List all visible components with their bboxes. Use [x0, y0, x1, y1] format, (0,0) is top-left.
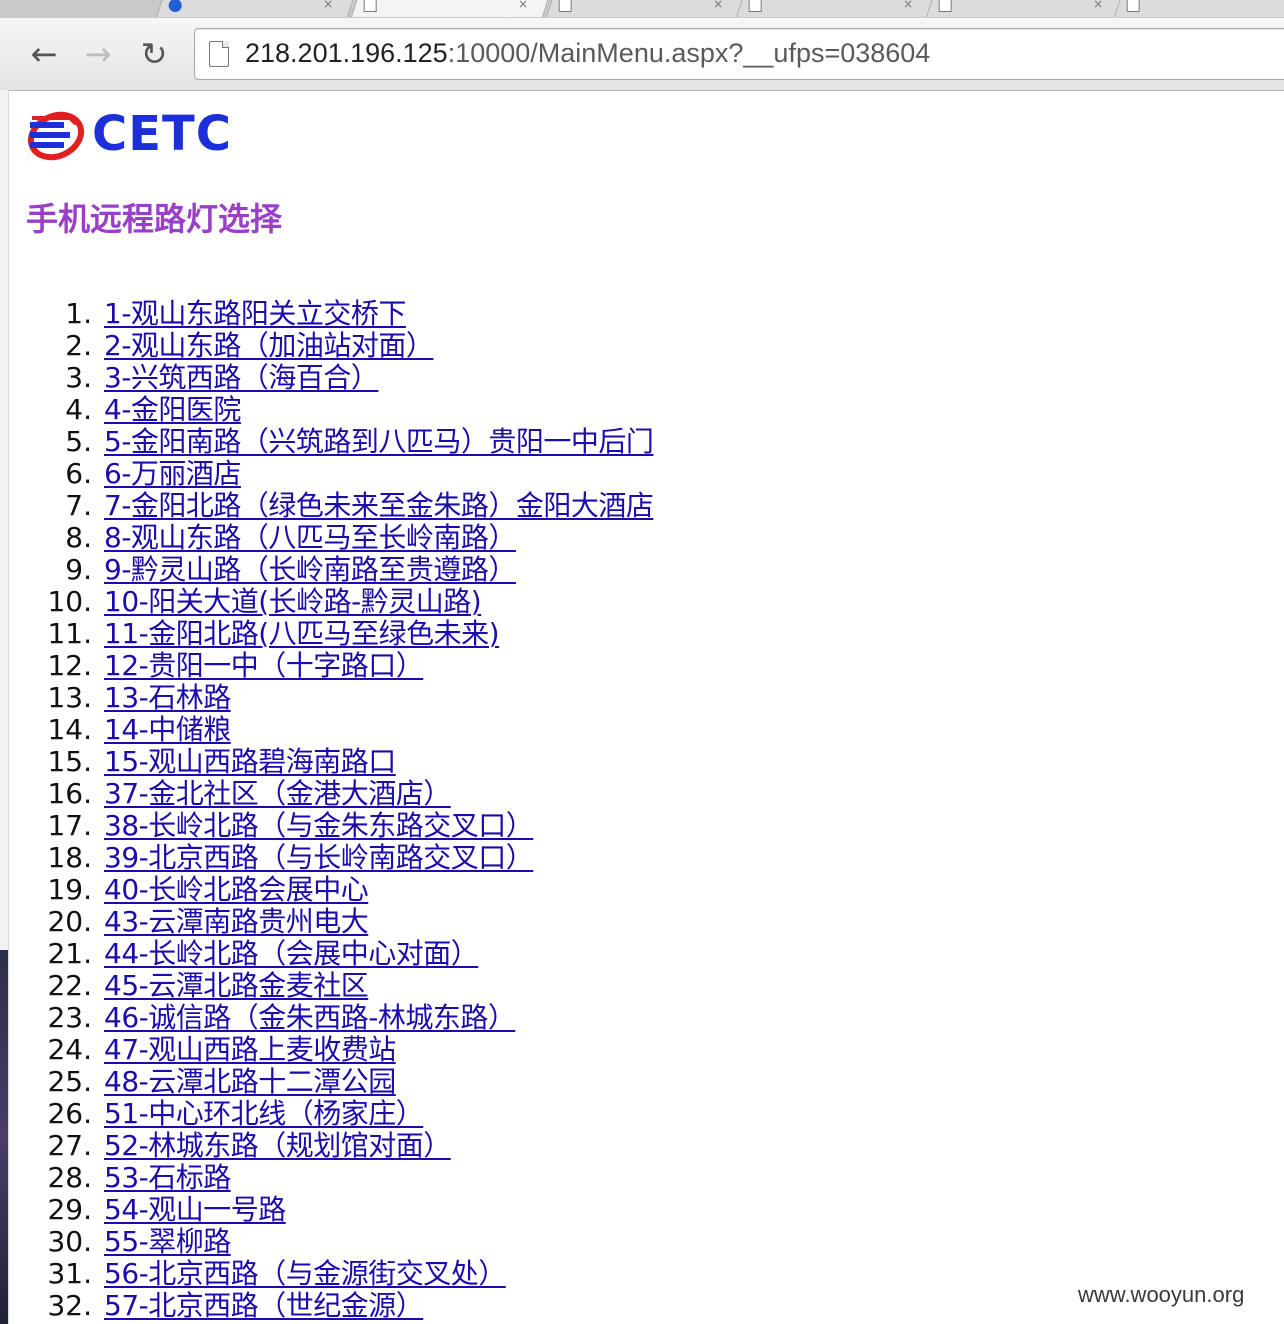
list-item-number: 24. [47, 1033, 92, 1066]
road-link[interactable]: 54-观山一号路 [104, 1194, 286, 1226]
url-text[interactable]: 218.201.196.125:10000/MainMenu.aspx?__uf… [245, 38, 930, 69]
list-item-number: 16. [47, 777, 92, 810]
browser-toolbar: ← → ↻ 218.201.196.125:10000/MainMenu.asp… [0, 18, 1284, 91]
road-link[interactable]: 1-观山东路阳关立交桥下 [104, 298, 406, 330]
url-path: :10000/MainMenu.aspx?__ufps=038604 [447, 38, 931, 68]
cetc-logo: CETC [26, 104, 231, 166]
forward-arrow-icon: → [84, 35, 112, 73]
page-icon [748, 0, 762, 12]
list-item-number: 11. [47, 617, 92, 650]
road-link[interactable]: 5-金阳南路（兴筑路到八匹马）贵阳一中后门 [104, 426, 654, 458]
reload-icon: ↻ [140, 35, 168, 73]
tab-strip: × × × × × [0, 0, 1284, 18]
list-item-number: 1. [65, 297, 92, 330]
page-title: 手机远程路灯选择 [26, 200, 283, 238]
list-item-number: 21. [47, 937, 92, 970]
road-link[interactable]: 47-观山西路上麦收费站 [104, 1034, 396, 1066]
road-link[interactable]: 53-石标路 [104, 1162, 231, 1194]
list-item-number: 6. [65, 457, 92, 490]
list-item-number: 17. [47, 809, 92, 842]
forward-button[interactable]: → [78, 34, 118, 74]
page-icon [363, 0, 377, 12]
road-link[interactable]: 6-万丽酒店 [104, 458, 241, 490]
url-host: 218.201.196.125 [245, 38, 448, 68]
list-item-number: 12. [47, 649, 92, 682]
road-link[interactable]: 56-北京西路（与金源街交叉处） [104, 1258, 506, 1290]
road-link[interactable]: 45-云潭北路金麦社区 [104, 970, 369, 1002]
list-item-number: 32. [47, 1289, 92, 1322]
tab-close-icon[interactable]: × [1093, 0, 1103, 11]
road-link[interactable]: 46-诚信路（金朱西路-林城东路） [104, 1002, 516, 1034]
list-item-number: 14. [47, 713, 92, 746]
list-item-number: 25. [47, 1065, 92, 1098]
road-link[interactable]: 7-金阳北路（绿色未来至金朱路）金阳大酒店 [104, 490, 654, 522]
road-link[interactable]: 55-翠柳路 [104, 1226, 231, 1258]
list-item-number: 5. [65, 425, 92, 458]
road-link[interactable]: 4-金阳医院 [104, 394, 241, 426]
address-bar[interactable]: 218.201.196.125:10000/MainMenu.aspx?__uf… [194, 28, 1284, 80]
road-link[interactable]: 10-阳关大道(长岭路-黔灵山路) [104, 586, 482, 618]
list-item-number: 15. [47, 745, 92, 778]
road-link[interactable]: 52-林城东路（规划馆对面） [104, 1130, 451, 1162]
road-link[interactable]: 48-云潭北路十二潭公园 [104, 1066, 396, 1098]
list-item-number: 9. [65, 553, 92, 586]
tab-5[interactable]: × [925, 0, 1127, 17]
tab-close-icon[interactable]: × [903, 0, 913, 11]
road-link[interactable]: 39-北京西路（与长岭南路交叉口） [104, 842, 534, 874]
road-link[interactable]: 44-长岭北路（会展中心对面） [104, 938, 479, 970]
list-item-number: 10. [47, 585, 92, 618]
road-link[interactable]: 3-兴筑西路（海百合） [104, 362, 379, 394]
tab-6[interactable] [1113, 0, 1284, 17]
road-link[interactable]: 15-观山西路碧海南路口 [104, 746, 396, 778]
page-icon [938, 0, 952, 12]
tab-1[interactable]: × [155, 0, 357, 17]
tab-4[interactable]: × [735, 0, 937, 17]
tab-close-icon[interactable]: × [323, 0, 333, 11]
road-link[interactable]: 38-长岭北路（与金朱东路交叉口） [104, 810, 534, 842]
road-link[interactable]: 8-观山东路（八匹马至长岭南路） [104, 522, 516, 554]
page-icon [209, 41, 229, 67]
list-item-number: 29. [47, 1193, 92, 1226]
tab-close-icon[interactable]: × [518, 0, 528, 11]
list-item-number: 19. [47, 873, 92, 906]
list-item-number: 18. [47, 841, 92, 874]
list-item-number: 31. [47, 1257, 92, 1290]
road-link[interactable]: 11-金阳北路(八匹马至绿色未来) [104, 618, 500, 650]
road-link[interactable]: 2-观山东路（加油站对面） [104, 330, 434, 362]
list-item-number: 30. [47, 1225, 92, 1258]
list-item-number: 22. [47, 969, 92, 1002]
road-link[interactable]: 13-石林路 [104, 682, 231, 714]
list-item-number: 2. [65, 329, 92, 362]
logo-text: CETC [92, 106, 232, 162]
road-link[interactable]: 9-黔灵山路（长岭南路至贵遵路） [104, 554, 516, 586]
road-link[interactable]: 43-云潭南路贵州电大 [104, 906, 369, 938]
back-button[interactable]: ← [24, 34, 64, 74]
list-item-number: 4. [65, 393, 92, 426]
road-link[interactable]: 57-北京西路（世纪金源） [104, 1290, 424, 1322]
road-link[interactable]: 51-中心环北线（杨家庄） [104, 1098, 424, 1130]
page-icon [1126, 0, 1140, 12]
list-item-number: 3. [65, 361, 92, 394]
cetc-emblem-icon [27, 111, 85, 161]
list-item-number: 20. [47, 905, 92, 938]
tab-2-active[interactable]: × [350, 0, 552, 17]
tab-close-icon[interactable]: × [713, 0, 723, 11]
list-item-number: 23. [47, 1001, 92, 1034]
list-item-number: 8. [65, 521, 92, 554]
road-link[interactable]: 12-贵阳一中（十字路口） [104, 650, 424, 682]
tab-3[interactable]: × [545, 0, 747, 17]
page-icon [558, 0, 572, 12]
list-item-number: 26. [47, 1097, 92, 1130]
list-item-number: 13. [47, 681, 92, 714]
reload-button[interactable]: ↻ [134, 34, 174, 74]
search-favicon-icon [168, 0, 182, 12]
list-item-number: 28. [47, 1161, 92, 1194]
back-arrow-icon: ← [30, 35, 58, 73]
road-link[interactable]: 40-长岭北路会展中心 [104, 874, 369, 906]
list-item-number: 7. [65, 489, 92, 522]
road-link[interactable]: 37-金北社区（金港大酒店） [104, 778, 451, 810]
list-item-number: 27. [47, 1129, 92, 1162]
road-link[interactable]: 14-中储粮 [104, 714, 231, 746]
watermark: www.wooyun.org [1078, 1282, 1245, 1307]
